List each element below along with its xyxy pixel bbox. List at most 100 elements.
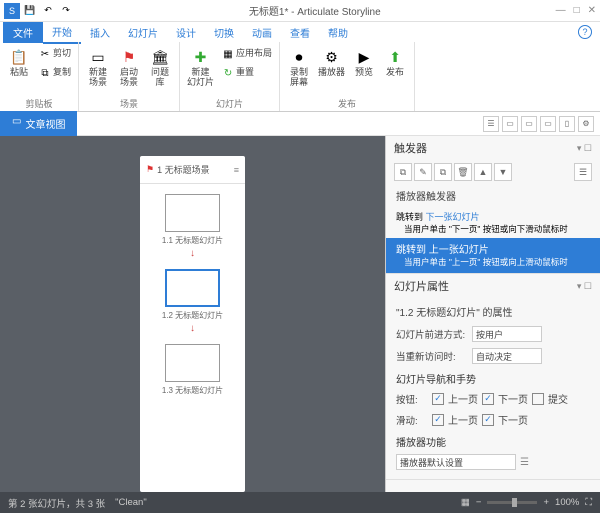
tab-story-view[interactable]: ▭文章视图 bbox=[0, 111, 77, 136]
menu-file[interactable]: 文件 bbox=[3, 22, 43, 43]
story-canvas[interactable]: ⚑1 无标题场景≡ 1.1 无标题幻灯片 ↓ 1.2 无标题幻灯片 ↓ 1.3 … bbox=[0, 136, 385, 492]
apply-layout-button[interactable]: ▦应用布局 bbox=[219, 45, 274, 63]
question-bank-button[interactable]: 🏛问题 库 bbox=[146, 45, 174, 97]
menubar: 文件 开始 插入 幻灯片 设计 切换 动画 查看 帮助 ? bbox=[0, 22, 600, 42]
quick-access-toolbar: S 💾 ↶ ↷ bbox=[4, 3, 74, 19]
advance-select[interactable]: 按用户 bbox=[472, 326, 542, 342]
trigger-1[interactable]: 跳转到 下一张幻灯片当用户单击 "下一页" 按钮或向下滑动鼠标时 bbox=[386, 207, 600, 238]
swipe-prev-checkbox[interactable]: ✓ bbox=[432, 414, 444, 426]
view-mode-icon[interactable]: ▦ bbox=[461, 497, 470, 508]
group-label-clipboard: 剪贴板 bbox=[5, 97, 73, 110]
menu-transition[interactable]: 切换 bbox=[205, 22, 243, 43]
player-subheader: 播放器功能 bbox=[396, 430, 590, 451]
submit-checkbox[interactable] bbox=[532, 393, 544, 405]
group-label-slides: 幻灯片 bbox=[185, 97, 274, 110]
help-icon[interactable]: ? bbox=[578, 25, 592, 39]
status-position: 第 2 张幻灯片，共 3 张 bbox=[8, 496, 105, 510]
scene-block[interactable]: ⚑1 无标题场景≡ 1.1 无标题幻灯片 ↓ 1.2 无标题幻灯片 ↓ 1.3 … bbox=[140, 156, 245, 492]
zoom-level: 100% bbox=[555, 497, 579, 508]
slide-2-label: 1.2 无标题幻灯片 bbox=[162, 310, 223, 321]
panel-btn-6[interactable]: ⚙ bbox=[578, 116, 594, 132]
copy-trigger-button[interactable]: ⧉ bbox=[434, 163, 452, 181]
menu-design[interactable]: 设计 bbox=[167, 22, 205, 43]
collapse-icon[interactable]: ▾ ☐ bbox=[577, 143, 592, 154]
ribbon-group-clipboard: 📋粘贴 ✂剪切 ⧉复制 剪贴板 bbox=[0, 42, 79, 111]
paste-button[interactable]: 📋粘贴 bbox=[5, 45, 33, 97]
cut-button[interactable]: ✂剪切 bbox=[36, 45, 73, 63]
right-panel: 触发器▾ ☐ ⧉ ✎ ⧉ 🗑 ▲ ▼ ☰ 播放器触发器 跳转到 下一张幻灯片当用… bbox=[385, 136, 600, 492]
menu-help[interactable]: 帮助 bbox=[319, 22, 357, 43]
properties-panel: 幻灯片属性▾ ☐ "1.2 无标题幻灯片" 的属性 幻灯片前进方式: 按用户 当… bbox=[386, 274, 600, 480]
panel-btn-1[interactable]: ☰ bbox=[483, 116, 499, 132]
undo-icon[interactable]: ↶ bbox=[40, 3, 56, 19]
maximize-button[interactable]: □ bbox=[574, 5, 580, 16]
publish-button[interactable]: ⬆发布 bbox=[381, 45, 409, 97]
zoom-out-button[interactable]: − bbox=[476, 497, 482, 508]
collapse-icon[interactable]: ▾ ☐ bbox=[577, 281, 592, 292]
new-slide-button[interactable]: ✚新建 幻灯片 bbox=[185, 45, 216, 97]
window-title: 无标题1* - Articulate Storyline bbox=[74, 3, 556, 18]
menu-anim[interactable]: 动画 bbox=[243, 22, 281, 43]
preview-button[interactable]: ▶预览 bbox=[350, 45, 378, 97]
reset-button[interactable]: ↻重置 bbox=[219, 64, 274, 82]
move-up-button[interactable]: ▲ bbox=[474, 163, 492, 181]
player-default-select[interactable]: 播放器默认设置 bbox=[396, 454, 516, 470]
zoom-in-button[interactable]: + bbox=[543, 497, 549, 508]
revisit-row: 当重新访问时: 自动决定 bbox=[396, 345, 590, 367]
move-down-button[interactable]: ▼ bbox=[494, 163, 512, 181]
ribbon-group-scene: ▭新建 场景 ⚑启动 场景 🏛问题 库 场景 bbox=[79, 42, 180, 111]
props-title: "1.2 无标题幻灯片" 的属性 bbox=[396, 304, 590, 323]
revisit-select[interactable]: 自动决定 bbox=[472, 348, 542, 364]
panel-btn-4[interactable]: ▭ bbox=[540, 116, 556, 132]
menu-slides[interactable]: 幻灯片 bbox=[119, 22, 167, 43]
slide-2[interactable] bbox=[165, 269, 220, 307]
slide-1[interactable] bbox=[165, 194, 220, 232]
scene-menu-icon[interactable]: ≡ bbox=[234, 165, 239, 175]
document-tab-row: ▭文章视图 ☰ ▭ ▭ ▭ ▯ ⚙ bbox=[0, 112, 600, 136]
fit-button[interactable]: ⛶ bbox=[585, 497, 592, 508]
menu-insert[interactable]: 插入 bbox=[81, 22, 119, 43]
add-trigger-button[interactable]: ⧉ bbox=[394, 163, 412, 181]
menu-view[interactable]: 查看 bbox=[281, 22, 319, 43]
vars-button[interactable]: ☰ bbox=[574, 163, 592, 181]
start-scene-button[interactable]: ⚑启动 场景 bbox=[115, 45, 143, 97]
slide-3-label: 1.3 无标题幻灯片 bbox=[162, 385, 223, 396]
player-button[interactable]: ⚙播放器 bbox=[316, 45, 347, 97]
slide-1-label: 1.1 无标题幻灯片 bbox=[162, 235, 223, 246]
prev-checkbox[interactable]: ✓ bbox=[432, 393, 444, 405]
panel-btn-2[interactable]: ▭ bbox=[502, 116, 518, 132]
ribbon-group-slides: ✚新建 幻灯片 ▦应用布局 ↻重置 幻灯片 bbox=[180, 42, 280, 111]
nav-subheader: 幻灯片导航和手势 bbox=[396, 367, 590, 388]
panel-btn-3[interactable]: ▭ bbox=[521, 116, 537, 132]
player-menu-icon[interactable]: ☰ bbox=[520, 457, 529, 468]
menu-start[interactable]: 开始 bbox=[43, 21, 81, 44]
save-icon[interactable]: 💾 bbox=[22, 3, 38, 19]
copy-button[interactable]: ⧉复制 bbox=[36, 64, 73, 82]
delete-trigger-button[interactable]: 🗑 bbox=[454, 163, 472, 181]
swipe-next-checkbox[interactable]: ✓ bbox=[482, 414, 494, 426]
window-controls: — □ ✕ bbox=[556, 5, 596, 16]
panel-btn-5[interactable]: ▯ bbox=[559, 116, 575, 132]
titlebar: S 💾 ↶ ↷ 无标题1* - Articulate Storyline — □… bbox=[0, 0, 600, 22]
arrow-icon: ↓ bbox=[190, 248, 195, 259]
scene-header[interactable]: ⚑1 无标题场景≡ bbox=[140, 156, 245, 184]
status-layout: "Clean" bbox=[115, 497, 147, 508]
ribbon-group-publish: ⏺录制 屏幕 ⚙播放器 ▶预览 ⬆发布 发布 bbox=[280, 42, 415, 111]
group-label-publish: 发布 bbox=[285, 97, 409, 110]
redo-icon[interactable]: ↷ bbox=[58, 3, 74, 19]
record-screen-button[interactable]: ⏺录制 屏幕 bbox=[285, 45, 313, 97]
trigger-2-selected[interactable]: 跳转到 上一张幻灯片当用户单击 "上一页" 按钮或向上滑动鼠标时 bbox=[385, 238, 600, 273]
edit-trigger-button[interactable]: ✎ bbox=[414, 163, 432, 181]
new-scene-button[interactable]: ▭新建 场景 bbox=[84, 45, 112, 97]
zoom-slider[interactable] bbox=[487, 501, 537, 504]
slide-3[interactable] bbox=[165, 344, 220, 382]
triggers-header: 触发器▾ ☐ bbox=[386, 136, 600, 160]
minimize-button[interactable]: — bbox=[556, 5, 566, 16]
arrow-icon: ↓ bbox=[190, 323, 195, 334]
properties-header: 幻灯片属性▾ ☐ bbox=[386, 274, 600, 298]
ribbon: 📋粘贴 ✂剪切 ⧉复制 剪贴板 ▭新建 场景 ⚑启动 场景 🏛问题 库 场景 ✚… bbox=[0, 42, 600, 112]
next-checkbox[interactable]: ✓ bbox=[482, 393, 494, 405]
close-button[interactable]: ✕ bbox=[588, 5, 596, 16]
trigger-group-label: 播放器触发器 bbox=[386, 184, 600, 207]
app-icon[interactable]: S bbox=[4, 3, 20, 19]
